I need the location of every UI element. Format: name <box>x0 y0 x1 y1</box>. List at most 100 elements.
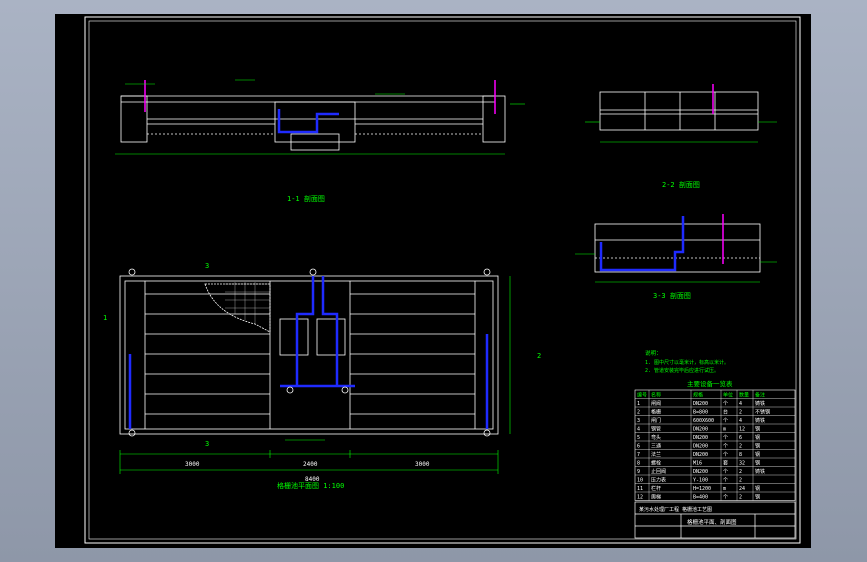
plan-grating-hatch <box>225 282 270 324</box>
section-mark-2: 2 <box>537 352 541 360</box>
table-cell: 铸铁 <box>755 417 765 424</box>
table-cell: 铸铁 <box>755 468 765 475</box>
table-cell: DN200 <box>693 435 708 441</box>
legend-title: 主要设备一览表 <box>687 379 733 388</box>
table-cell: 32 <box>739 461 745 467</box>
table-cell: 爬梯 <box>651 494 661 501</box>
table-cell: 个 <box>723 478 728 484</box>
table-cell: 钢 <box>755 426 760 433</box>
table-cell: 法兰 <box>651 451 661 458</box>
table-cell: 24 <box>739 486 745 492</box>
table-cell: 12 <box>739 427 745 433</box>
table-cell: 三通 <box>651 443 661 450</box>
table-cell: 个 <box>723 452 728 458</box>
table-cell: 压力表 <box>651 477 666 484</box>
table-cell: 8 <box>637 461 640 467</box>
dim-left: 3000 <box>185 461 200 468</box>
table-cell: 7 <box>637 452 640 458</box>
table-cell: 2 <box>739 478 742 484</box>
table-cell: DN200 <box>693 427 708 433</box>
plan-pipes <box>128 276 489 429</box>
table-cell: 2 <box>739 444 742 450</box>
table-cell: 闸阀 <box>651 400 661 407</box>
table-cell: 2 <box>637 410 640 416</box>
table-cell: 6 <box>637 444 640 450</box>
table-cell: 螺栓 <box>651 460 661 467</box>
table-header-cell: 规格 <box>693 392 703 399</box>
table-cell: 4 <box>739 418 742 424</box>
table-cell: 2 <box>739 410 742 416</box>
table-cell: 4 <box>637 427 640 433</box>
table-cell: 10 <box>637 478 643 484</box>
table-cell: 止回阀 <box>651 468 666 475</box>
table-cell: 4 <box>739 401 742 407</box>
table-cell: 2 <box>739 469 742 475</box>
table-cell: 闸门 <box>651 417 661 424</box>
section-3-3 <box>594 223 761 273</box>
table-cell: m <box>723 486 726 492</box>
table-cell: 个 <box>723 444 728 450</box>
table-header-cell: 名称 <box>651 392 661 399</box>
table-cell: 个 <box>723 469 728 475</box>
table-cell: 5 <box>637 435 640 441</box>
table-cell: 11 <box>637 486 643 492</box>
table-cell: 栏杆 <box>651 485 661 492</box>
title-block-project: 某污水处理厂工程 格栅池工艺图 <box>639 506 712 513</box>
table-cell: 1 <box>637 401 640 407</box>
section-2-2-dims <box>585 121 777 143</box>
table-cell: 钢 <box>755 451 760 458</box>
table-cell: 个 <box>723 495 728 501</box>
table-cell: 弯头 <box>651 434 661 441</box>
section-mark-1: 1 <box>103 314 107 322</box>
table-cell: 钢 <box>755 460 760 467</box>
table-cell: H=1200 <box>693 486 711 492</box>
table-cell: Y-100 <box>693 478 708 484</box>
table-cell: 不锈钢 <box>755 409 770 416</box>
equipment-table: 编号 名称 规格 单位 数量 备注 1 闸阀 DN200 个 4 铸铁 2 格栅 B=800 台 2 不锈钢 3 闸门… <box>634 389 796 501</box>
table-cell: 个 <box>723 418 728 424</box>
table-cell: 钢管 <box>651 426 661 433</box>
table-cell: 个 <box>723 435 728 441</box>
drawing-svg: 1-1 剖面图 2-2 剖面图 3-3 剖面图 3000 2400 3000 8… <box>84 16 801 544</box>
table-header-cell: 单位 <box>723 392 733 399</box>
table-cell: 格栅 <box>651 409 661 416</box>
table-cell: 9 <box>637 469 640 475</box>
table-cell: 6 <box>739 435 742 441</box>
section-1-1-dims <box>115 79 525 155</box>
table-header-cell: 编号 <box>637 392 647 399</box>
dim-mid: 2400 <box>303 461 318 468</box>
table-header-cell: 数量 <box>739 392 749 399</box>
table-cell: 钢 <box>755 494 760 501</box>
table-cell: 12 <box>637 495 643 501</box>
table-cell: 台 <box>723 409 728 416</box>
table-cell: 钢 <box>755 443 760 450</box>
note-1: 1. 图中尺寸以毫米计，标高以米计。 <box>645 359 729 366</box>
table-cell: m <box>723 427 726 433</box>
table-cell: 钢 <box>755 434 760 441</box>
table-cell: DN200 <box>693 452 708 458</box>
drawing-canvas[interactable]: 1-1 剖面图 2-2 剖面图 3-3 剖面图 3000 2400 3000 8… <box>55 14 811 548</box>
table-cell: DN200 <box>693 401 708 407</box>
section-mark-3-top: 3 <box>205 262 209 270</box>
note-2: 2. 管道安装完毕后应进行试压。 <box>645 367 719 374</box>
title-block-name: 格栅池平面、剖面图 <box>687 518 737 526</box>
table-cell: 2 <box>739 495 742 501</box>
section-2-2 <box>599 91 759 131</box>
table-cell: 套 <box>723 460 728 467</box>
table-cell: B=800 <box>693 410 708 416</box>
table-cell: 600X600 <box>693 418 714 424</box>
plan-view <box>119 275 499 435</box>
section-1-1 <box>120 95 506 151</box>
dim-right: 3000 <box>415 461 430 468</box>
plan-dims <box>119 276 511 474</box>
section-2-2-title: 2-2 剖面图 <box>662 180 700 189</box>
section-mark-3-bottom: 3 <box>205 440 209 448</box>
table-cell: DN200 <box>693 469 708 475</box>
table-cell: M16 <box>693 461 702 467</box>
table-cell: 个 <box>723 401 728 407</box>
table-cell: 铸铁 <box>755 400 765 407</box>
section-3-3-title: 3-3 剖面图 <box>653 291 691 300</box>
table-cell: 8 <box>739 452 742 458</box>
table-cell: 3 <box>637 418 640 424</box>
plan-title: 格栅池平面图 1:100 <box>277 481 344 490</box>
